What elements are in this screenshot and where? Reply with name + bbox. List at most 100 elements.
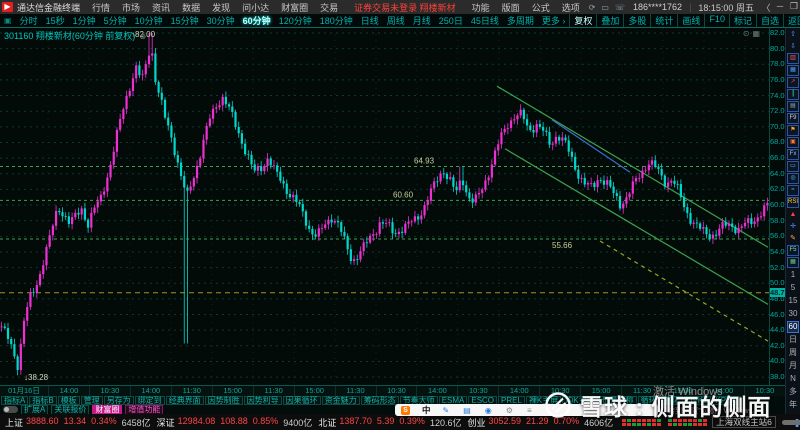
tab-因势制胜[interactable]: 因势制胜	[204, 396, 243, 405]
target-icon[interactable]: ◎	[787, 172, 799, 184]
strip-period-60[interactable]: 60	[787, 320, 799, 333]
tool-F10[interactable]: F10	[704, 14, 729, 27]
stock-info-icon[interactable]: ⊜	[139, 32, 146, 41]
period-日线[interactable]: 日线	[357, 14, 383, 27]
ime-keyboard-icon[interactable]: ▤	[463, 406, 471, 415]
period-多周期[interactable]: 多周期	[503, 14, 538, 27]
index-quote[interactable]: 深证 12984.08 108.88 0.85% 9400亿	[155, 416, 317, 429]
headset-icon[interactable]: ☏	[612, 3, 628, 12]
kline-icon[interactable]: ▥	[787, 52, 799, 64]
fx-icon[interactable]: Fx	[787, 148, 799, 160]
candle-icon[interactable]: ┃	[787, 88, 799, 100]
tab-指标A[interactable]: 指标A	[1, 396, 29, 405]
photo-icon[interactable]: ▭	[787, 160, 799, 172]
trade-login-alert[interactable]: 证券交易未登录 翔楼新材	[344, 1, 466, 14]
menu-版面[interactable]: 版面	[496, 1, 526, 14]
move-cross-icon[interactable]: ✛	[787, 221, 799, 232]
candlestick-chart[interactable]: 301160 翔楼新材(60分钟 前复权) ⊜ ⊙▦ 64.93 60.60 55.6…	[0, 28, 769, 385]
menu-行情[interactable]: 行情	[86, 1, 116, 14]
menu-选项[interactable]: 选项	[556, 1, 586, 14]
tab-筹码形态[interactable]: 筹码形态	[360, 396, 399, 405]
tab-模板[interactable]: 模板	[57, 396, 80, 405]
menu-市场[interactable]: 市场	[116, 1, 146, 14]
period-15秒[interactable]: 15秒	[42, 14, 69, 27]
ime-pen-icon[interactable]: ✎	[443, 406, 450, 415]
tool-画线[interactable]: 画线	[677, 14, 704, 27]
tab-绑定到[interactable]: 绑定到	[134, 396, 165, 405]
chart-corner-icons[interactable]: ⊙▦	[743, 29, 763, 38]
index-quote[interactable]: 北证 1387.70 5.39 0.39% 120.6亿	[316, 416, 465, 429]
tab-因果循环[interactable]: 因果循环	[282, 396, 321, 405]
tab-另存为[interactable]: 另存为	[103, 396, 134, 405]
tab-资金魅力[interactable]: 资金魅力	[321, 396, 360, 405]
strip-period-月[interactable]: 月	[787, 360, 799, 372]
strip-period-N[interactable]: N	[787, 373, 799, 385]
tab-管理[interactable]: 管理	[80, 396, 103, 405]
menu-交易[interactable]: 交易	[314, 1, 344, 14]
trend-icon[interactable]: ↗	[787, 76, 799, 88]
alarm-icon[interactable]: ▲	[787, 209, 799, 220]
period-60分钟[interactable]: 60分钟	[239, 14, 275, 27]
account-phone[interactable]: 186****1762	[628, 2, 687, 12]
period-月线[interactable]: 月线	[409, 14, 435, 27]
strip-period-5[interactable]: 5	[787, 282, 799, 294]
ime-menu-icon[interactable]: ≡	[527, 406, 532, 415]
period-分时[interactable]: 分时	[16, 14, 42, 27]
tool-自选[interactable]: 自选	[755, 14, 783, 27]
strip-period-30[interactable]: 30	[787, 308, 799, 320]
tab-经典界面[interactable]: 经典界面	[165, 396, 204, 405]
tab-zengzhi[interactable]: 增值功能	[125, 405, 164, 414]
refresh-icon[interactable]: ⟳	[586, 3, 599, 12]
period-120分钟[interactable]: 120分钟	[275, 14, 316, 27]
f5-icon[interactable]: F5	[787, 244, 799, 256]
menu-功能[interactable]: 功能	[466, 1, 496, 14]
tool-叠加[interactable]: 叠加	[596, 14, 623, 27]
tab-扩展A[interactable]: 扩展A	[21, 405, 49, 414]
pencil-icon[interactable]: ✎	[787, 233, 799, 244]
period-5分钟[interactable]: 5分钟	[100, 14, 131, 27]
tab-caifuquan[interactable]: 财富圈	[92, 405, 123, 414]
period-1分钟[interactable]: 1分钟	[69, 14, 100, 27]
panel-icon[interactable]: ▤	[787, 100, 799, 112]
index-quote[interactable]: 上证 3888.60 13.34 0.34% 6458亿	[3, 416, 155, 429]
ime-mic-icon[interactable]: ◉	[485, 406, 492, 415]
ime-lang-indicator[interactable]: 中	[422, 404, 431, 416]
strip-period-日[interactable]: 日	[787, 334, 799, 346]
tool-标记[interactable]: 标记	[728, 14, 756, 27]
image-icon[interactable]: ▦	[787, 256, 799, 268]
menu-发现[interactable]: 发现	[206, 1, 236, 14]
candlestick-svg[interactable]: 64.9360.6055.66↑82.00↓38.28	[0, 28, 769, 385]
toggle-switch[interactable]	[3, 406, 18, 413]
period-更多 ›[interactable]: 更多 ›	[538, 14, 570, 27]
rsi-icon[interactable]: RSI	[787, 196, 799, 208]
menu-数据[interactable]: 数据	[176, 1, 206, 14]
strip-period-周[interactable]: 周	[787, 347, 799, 359]
menu-公式[interactable]: 公式	[526, 1, 556, 14]
period-30分钟[interactable]: 30分钟	[203, 14, 239, 27]
grid-orange-icon[interactable]: ▣	[787, 136, 799, 148]
f9-icon[interactable]: F9	[787, 112, 799, 124]
period-250日[interactable]: 250日	[435, 14, 467, 27]
tab-指标B[interactable]: 指标B	[29, 396, 57, 405]
ime-settings-icon[interactable]: ⚙	[506, 406, 513, 415]
strip-period-多[interactable]: 多	[787, 386, 799, 398]
phone-icon[interactable]: ▭	[598, 3, 612, 12]
period-45日线[interactable]: 45日线	[467, 14, 503, 27]
tool-返回[interactable]: 返回	[782, 14, 800, 27]
layout-icon[interactable]: ▣	[0, 16, 16, 25]
flag-icon[interactable]: ⚑	[787, 124, 799, 136]
scroll-down-icon[interactable]: ⇩	[787, 41, 799, 52]
ime-logo-icon[interactable]: S	[401, 405, 410, 415]
period-15分钟[interactable]: 15分钟	[167, 14, 203, 27]
tool-统计[interactable]: 统计	[650, 14, 677, 27]
period-周线[interactable]: 周线	[383, 14, 409, 27]
period-10分钟[interactable]: 10分钟	[131, 14, 167, 27]
period-180分钟[interactable]: 180分钟	[316, 14, 357, 27]
volume-icon[interactable]: ▦	[787, 64, 799, 76]
wave-icon[interactable]: ≈	[787, 184, 799, 196]
tool-多股[interactable]: 多股	[623, 14, 650, 27]
scroll-up-icon[interactable]: ⇧	[787, 29, 799, 40]
maximize-button[interactable]: ❒	[787, 1, 800, 14]
menu-资讯[interactable]: 资讯	[146, 1, 176, 14]
menu-财富圈[interactable]: 财富圈	[275, 1, 314, 14]
